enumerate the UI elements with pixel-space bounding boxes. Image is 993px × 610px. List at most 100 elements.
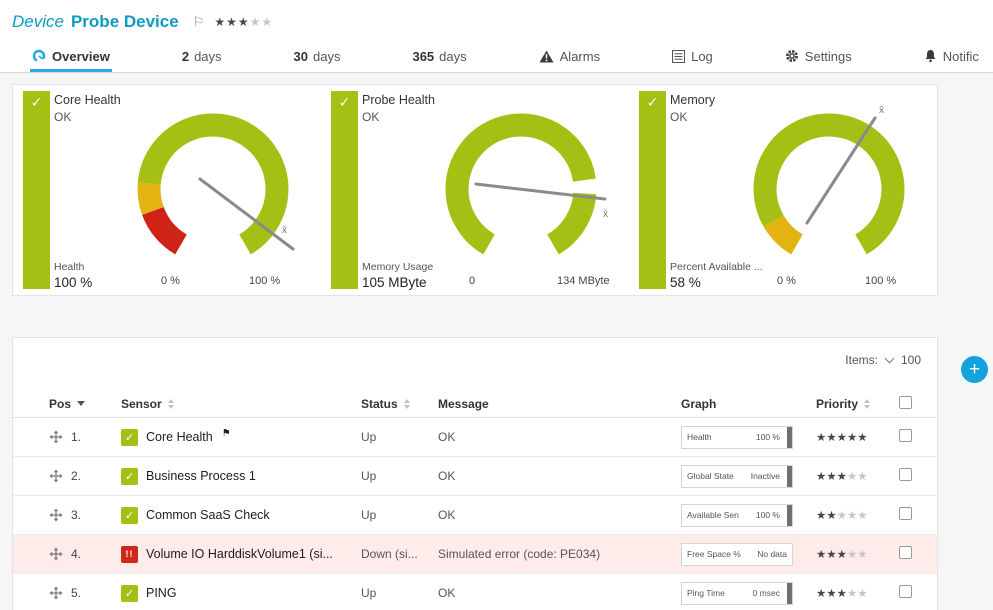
mean-marker: x̄ [603, 209, 608, 220]
metric-label: Memory Usage [362, 261, 433, 273]
column-header-status[interactable]: Status [361, 397, 438, 411]
table-row[interactable]: 2. ✓ Business Process 1 Up OK Global Sta… [13, 457, 937, 496]
mini-graph[interactable]: Ping Time 0 msec [681, 582, 793, 605]
priority-stars[interactable]: ★★★★★ [816, 586, 899, 600]
mini-graph[interactable]: Available Sen 100 % [681, 504, 793, 527]
flag-icon[interactable]: ⚐ [193, 14, 205, 30]
graph-label: Global State [687, 471, 734, 481]
graph-label: Free Space % [687, 549, 741, 559]
table-row[interactable]: 5. ✓ PING Up OK Ping Time 0 msec [13, 574, 937, 610]
priority-stars[interactable]: ★★★★★ [816, 547, 899, 561]
tab-log[interactable]: Log [670, 43, 715, 72]
row-position: 1. [71, 430, 81, 444]
status-text: Up [361, 469, 438, 483]
tab-label: days [313, 49, 340, 64]
gear-icon [785, 49, 799, 63]
scale-min: 0 % [161, 275, 180, 287]
sensor-name-link[interactable]: Core Health [146, 430, 213, 444]
column-header-sensor[interactable]: Sensor [121, 397, 361, 411]
flag-icon: ⚑ [222, 429, 231, 440]
gauge-needle [476, 184, 605, 199]
status-text: Down (si... [361, 547, 438, 561]
column-header-priority[interactable]: Priority [816, 397, 899, 411]
move-handle-icon[interactable] [49, 586, 63, 600]
memory-gauge: x̄ [717, 97, 947, 275]
tab-notifications[interactable]: Notific [922, 43, 981, 72]
tab-label: days [439, 49, 466, 64]
mini-graph[interactable]: Free Space % No data [681, 543, 793, 566]
check-icon: ✓ [331, 94, 358, 111]
row-checkbox[interactable] [899, 546, 912, 559]
column-label: Pos [49, 397, 71, 411]
metric-value: 105 MByte [362, 275, 433, 290]
probe-health-gauge: x̄ [409, 97, 639, 275]
row-checkbox[interactable] [899, 468, 912, 481]
tab-365-days[interactable]: 365 days [410, 43, 468, 72]
column-header-message[interactable]: Message [438, 397, 681, 411]
tab-alarms[interactable]: Alarms [537, 43, 602, 72]
gauge-title: Core Health [54, 93, 121, 107]
table-row-alert[interactable]: 4. !! Volume IO HarddiskVolume1 (si... D… [13, 535, 937, 574]
bell-icon [924, 49, 937, 63]
graph-value: 100 % [756, 432, 780, 442]
mini-graph[interactable]: Global State Inactive [681, 465, 793, 488]
title-bar: Device Probe Device ⚐ ★★★★★ [0, 0, 993, 43]
mean-marker: x̄ [879, 105, 884, 116]
column-label: Status [361, 397, 398, 411]
scale-min: 0 [469, 275, 475, 287]
gauge-needle [807, 118, 875, 223]
graph-value: Inactive [751, 471, 780, 481]
move-handle-icon[interactable] [49, 508, 63, 522]
column-label: Graph [681, 397, 716, 411]
tab-settings[interactable]: Settings [783, 43, 854, 72]
select-all-cell [899, 396, 939, 412]
sensor-name-link[interactable]: PING [146, 586, 177, 600]
scale-min: 0 % [777, 275, 796, 287]
table-header: Pos Sensor Status Message [13, 390, 937, 418]
move-handle-icon[interactable] [49, 547, 63, 561]
sensor-table: Pos Sensor Status Message [13, 390, 937, 610]
items-count-dropdown[interactable]: Items: 100 [845, 353, 921, 367]
sensor-name-link[interactable]: Business Process 1 [146, 469, 256, 483]
tab-30-days[interactable]: 30 days [292, 43, 343, 72]
items-label: Items: [845, 353, 878, 367]
tab-label: Overview [52, 49, 110, 64]
graph-live-marker [787, 466, 792, 487]
check-icon: ✓ [639, 94, 666, 111]
row-checkbox[interactable] [899, 585, 912, 598]
mini-graph[interactable]: Health 100 % [681, 426, 793, 449]
column-label: Sensor [121, 397, 162, 411]
sort-arrows-icon [168, 399, 174, 409]
tab-2-days[interactable]: 2 days [180, 43, 224, 72]
tab-bar: Overview 2 days 30 days 365 days Alarms [0, 43, 993, 73]
device-rating[interactable]: ★★★★★ [214, 13, 273, 31]
row-checkbox[interactable] [899, 507, 912, 520]
priority-stars[interactable]: ★★★★★ [816, 430, 899, 444]
sensor-name-link[interactable]: Volume IO HarddiskVolume1 (si... [146, 547, 333, 561]
gauge-status: OK [670, 110, 715, 124]
priority-stars[interactable]: ★★★★★ [816, 469, 899, 483]
table-row[interactable]: 1. ✓ Core Health ⚑ Up OK Health 100 % [13, 418, 937, 457]
sensor-name-link[interactable]: Common SaaS Check [146, 508, 270, 522]
row-checkbox[interactable] [899, 429, 912, 442]
sensor-table-panel: Items: 100 Pos Sensor Status [12, 337, 938, 610]
sensor-error-icon: !! [121, 546, 138, 563]
graph-value: No data [757, 549, 787, 559]
add-button[interactable]: + [961, 356, 988, 383]
move-handle-icon[interactable] [49, 430, 63, 444]
sensor-ok-icon: ✓ [121, 507, 138, 524]
core-health-gauge: x̄ [101, 97, 331, 275]
table-row[interactable]: 3. ✓ Common SaaS Check Up OK Available S… [13, 496, 937, 535]
message-text: OK [438, 586, 681, 600]
priority-stars[interactable]: ★★★★★ [816, 508, 899, 522]
status-text: Up [361, 508, 438, 522]
tab-overview[interactable]: Overview [30, 43, 112, 72]
gauge-status: OK [54, 110, 121, 124]
select-all-checkbox[interactable] [899, 396, 912, 409]
page-title: Probe Device [71, 12, 179, 32]
gauge-core-health: ✓ Core Health OK x̄ Health 100 % 0 [13, 85, 321, 295]
move-handle-icon[interactable] [49, 469, 63, 483]
column-header-pos[interactable]: Pos [49, 397, 121, 411]
page-content: ✓ Core Health OK x̄ Health 100 % 0 [0, 73, 993, 610]
row-position: 4. [71, 547, 81, 561]
